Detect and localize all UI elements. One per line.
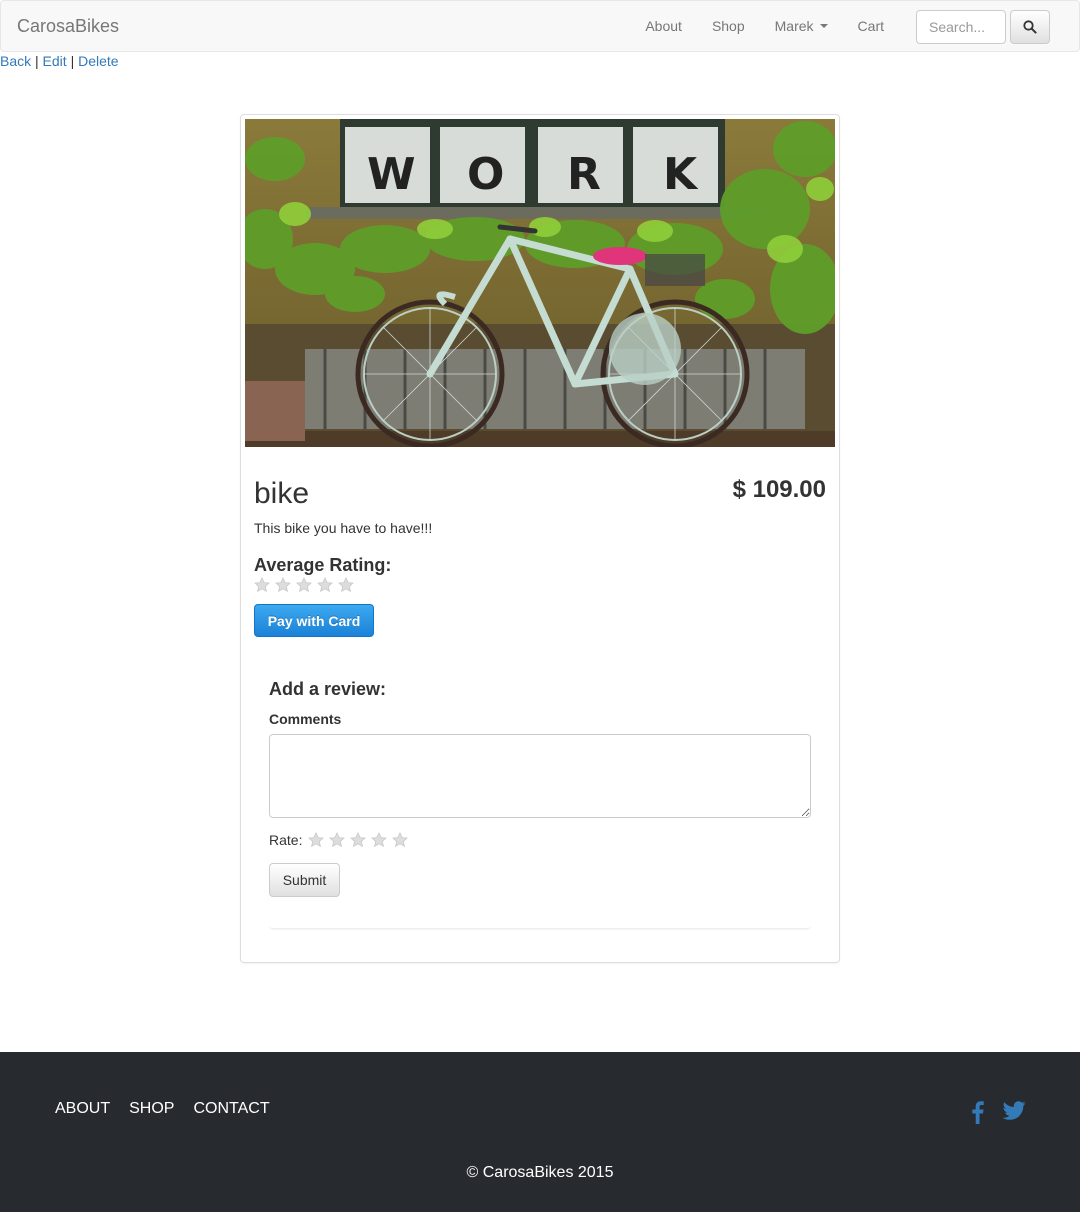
nav-cart-link[interactable]: Cart	[843, 18, 899, 34]
rate-label: Rate:	[269, 832, 303, 848]
product-image: W O R K	[245, 119, 835, 447]
footer-contact-link[interactable]: CONTACT	[193, 1100, 269, 1118]
rate-star-icon[interactable]	[329, 832, 346, 848]
svg-text:O: O	[467, 149, 504, 200]
rate-star-icon[interactable]	[371, 832, 388, 848]
image-sign-text: W	[367, 149, 416, 200]
twitter-icon[interactable]	[1002, 1100, 1026, 1122]
rate-star-icon[interactable]	[392, 832, 409, 848]
rate-stars	[308, 832, 409, 848]
footer: ABOUT SHOP CONTACT © CarosaBikes 2015	[0, 1052, 1080, 1212]
average-rating-label: Average Rating:	[254, 555, 392, 575]
search-icon	[1023, 20, 1037, 34]
user-menu-dropdown[interactable]: Marek	[760, 18, 843, 34]
caret-down-icon	[819, 24, 828, 28]
link-separator: |	[35, 53, 39, 69]
nav-links: About Shop Marek Cart	[630, 1, 899, 51]
comments-textarea[interactable]	[269, 734, 811, 818]
pay-with-card-button[interactable]: Pay with Card	[254, 604, 374, 637]
edit-link[interactable]: Edit	[43, 53, 67, 69]
average-rating-star-icon	[254, 577, 270, 593]
facebook-icon[interactable]	[968, 1100, 986, 1124]
average-rating-stars	[254, 577, 354, 593]
rate-row: Rate:	[269, 832, 409, 848]
average-rating-star-icon	[296, 577, 312, 593]
nav-about-link[interactable]: About	[630, 18, 697, 34]
footer-shop-link[interactable]: SHOP	[129, 1100, 174, 1118]
average-rating-star-icon	[275, 577, 291, 593]
social-links	[968, 1100, 1026, 1124]
svg-text:R: R	[567, 149, 601, 200]
copyright-text: © CarosaBikes 2015	[466, 1164, 614, 1181]
search-input[interactable]	[916, 10, 1006, 44]
comments-label: Comments	[269, 711, 342, 727]
review-form: Add a review: Comments Rate: Submit	[269, 675, 811, 929]
search-button[interactable]	[1010, 10, 1050, 44]
product-name: bike	[254, 477, 310, 510]
user-menu-label: Marek	[774, 18, 814, 34]
footer-about-link[interactable]: ABOUT	[55, 1100, 110, 1118]
admin-links: Back | Edit | Delete	[0, 53, 119, 69]
product-price: $ 109.00	[732, 476, 826, 503]
svg-text:K: K	[663, 149, 699, 200]
rate-star-icon[interactable]	[350, 832, 367, 848]
review-form-title: Add a review:	[269, 679, 387, 699]
product-description: This bike you have to have!!!	[254, 520, 433, 536]
brand-logo[interactable]: CarosaBikes	[17, 16, 119, 37]
nav-shop-link[interactable]: Shop	[697, 18, 760, 34]
footer-nav: ABOUT SHOP CONTACT	[55, 1100, 270, 1118]
delete-link[interactable]: Delete	[78, 53, 118, 69]
average-rating-star-icon	[338, 577, 354, 593]
submit-review-button[interactable]: Submit	[269, 863, 340, 897]
rate-star-icon[interactable]	[308, 832, 325, 848]
back-link[interactable]: Back	[0, 53, 31, 69]
average-rating-star-icon	[317, 577, 333, 593]
top-navbar: CarosaBikes About Shop Marek Cart	[0, 0, 1080, 52]
link-separator: |	[70, 53, 75, 69]
product-card: W O R K bike $ 109.00 This bike you have…	[240, 114, 840, 963]
